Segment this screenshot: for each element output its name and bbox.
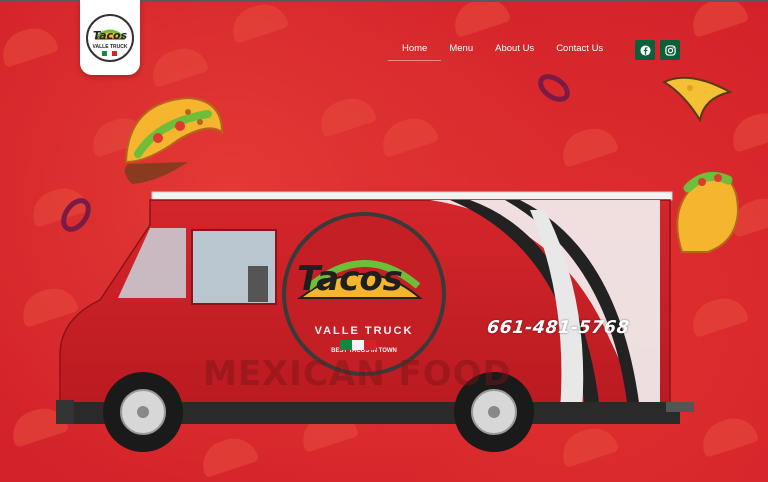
food-truck-illustration: Tacos VALLE TRUCK BEST TACOS IN TOWN	[56, 191, 694, 452]
truck-emblem-title: Tacos	[297, 259, 403, 299]
truck-emblem-subtitle: VALLE TRUCK	[315, 325, 414, 337]
truck-phone-number: 661-481-5768	[485, 318, 631, 338]
truck-side-text: MEXICAN FOOD	[203, 354, 512, 394]
